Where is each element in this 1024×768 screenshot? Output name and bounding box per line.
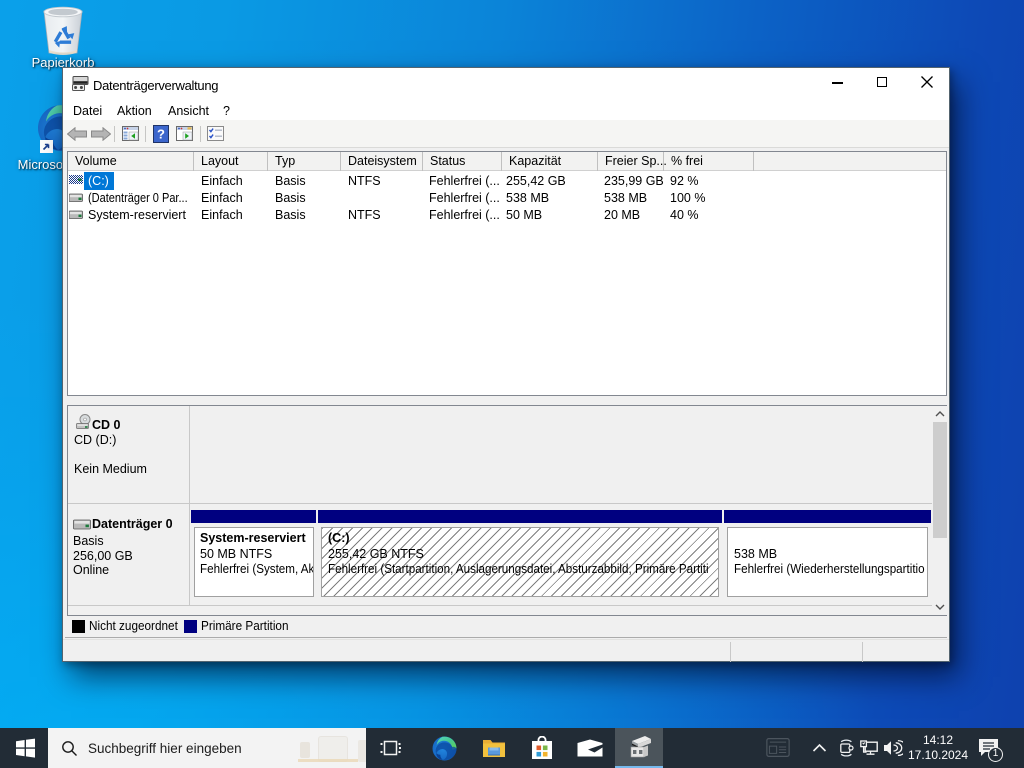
svg-text:?: ? xyxy=(157,127,165,142)
